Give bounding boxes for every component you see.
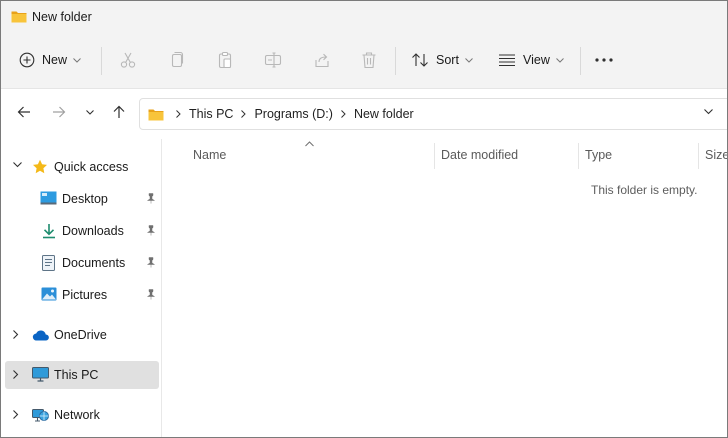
rename-icon: [264, 52, 282, 68]
column-divider[interactable]: [434, 143, 435, 169]
breadcrumb-separator-icon: [341, 110, 346, 118]
cloud-icon: [32, 330, 49, 341]
network-icon: [32, 409, 49, 422]
chevron-down-icon: [465, 57, 473, 63]
new-button[interactable]: New: [19, 43, 81, 77]
column-header-name[interactable]: Name: [193, 148, 226, 162]
breadcrumb-separator-icon: [241, 110, 247, 118]
sort-ascending-caret-icon: [305, 141, 314, 147]
paste-icon: [218, 51, 232, 69]
toolbar-divider: [580, 47, 581, 75]
sidebar-item-label: Downloads: [62, 224, 124, 238]
breadcrumb-new-folder[interactable]: New folder: [354, 107, 414, 121]
breadcrumb-programs-drive[interactable]: Programs (D:): [254, 107, 332, 121]
sidebar-item-downloads[interactable]: Downloads: [5, 217, 159, 245]
delete-button[interactable]: [361, 43, 377, 77]
sidebar-item-network[interactable]: Network: [5, 401, 159, 429]
folder-icon: [148, 109, 164, 120]
sidebar-item-this-pc[interactable]: This PC: [5, 361, 159, 389]
back-arrow-icon[interactable]: [17, 105, 31, 119]
empty-folder-message: This folder is empty.: [591, 183, 698, 197]
scissors-icon: [120, 52, 136, 68]
pin-icon[interactable]: [146, 289, 156, 300]
sidebar-item-documents[interactable]: Documents: [5, 249, 159, 277]
sidebar-item-label: Pictures: [62, 288, 108, 302]
toolbar-divider: [101, 47, 102, 75]
window-title: New folder: [32, 10, 92, 24]
folder-icon: [11, 11, 27, 23]
pin-icon[interactable]: [146, 257, 156, 268]
sidebar-item-label: This PC: [54, 368, 99, 382]
sort-arrows-icon: [412, 53, 428, 67]
file-list[interactable]: Name Date modified Type Size This folder…: [162, 139, 727, 437]
star-icon: [33, 159, 47, 174]
chevron-down-icon: [556, 57, 564, 63]
address-row: This PC Programs (D:) New folder: [1, 89, 727, 139]
trash-icon: [362, 52, 376, 69]
column-header-date-modified[interactable]: Date modified: [441, 148, 518, 162]
chevron-down-icon[interactable]: [13, 162, 22, 168]
forward-arrow-icon[interactable]: [52, 105, 66, 119]
title-bar[interactable]: New folder: [1, 1, 727, 33]
column-divider[interactable]: [698, 143, 699, 169]
copy-button[interactable]: [169, 43, 185, 77]
chevron-right-icon[interactable]: [13, 370, 19, 379]
chevron-right-icon[interactable]: [13, 410, 19, 419]
address-bar[interactable]: This PC Programs (D:) New folder: [139, 98, 727, 130]
pictures-icon: [41, 287, 57, 301]
column-header-type[interactable]: Type: [585, 148, 612, 162]
cut-button[interactable]: [119, 43, 137, 77]
share-icon: [315, 53, 329, 68]
sidebar-item-label: OneDrive: [54, 328, 107, 342]
sidebar-item-label: Quick access: [54, 160, 129, 174]
paste-button[interactable]: [217, 43, 233, 77]
sidebar-item-quick-access[interactable]: Quick access: [5, 153, 159, 181]
more-dots-icon: [595, 58, 613, 62]
navigation-pane: Quick access Desktop Downloads Documents…: [1, 139, 162, 437]
sidebar-item-onedrive[interactable]: OneDrive: [5, 321, 159, 349]
breadcrumb-this-pc[interactable]: This PC: [189, 107, 233, 121]
pin-icon[interactable]: [146, 225, 156, 236]
new-button-label: New: [42, 53, 68, 67]
sidebar-item-label: Desktop: [62, 192, 108, 206]
column-header-size[interactable]: Size: [705, 148, 727, 162]
breadcrumb-separator-icon: [176, 110, 181, 118]
address-history-chevron-icon[interactable]: [704, 109, 713, 115]
documents-icon: [42, 255, 55, 271]
desktop-icon: [40, 191, 57, 205]
command-bar: New Sort View: [1, 33, 727, 89]
pin-icon[interactable]: [146, 193, 156, 204]
plus-circle-icon: [19, 52, 35, 68]
sidebar-item-desktop[interactable]: Desktop: [5, 185, 159, 213]
view-button[interactable]: View: [498, 43, 564, 77]
recent-locations-chevron-icon[interactable]: [86, 110, 94, 115]
chevron-right-icon[interactable]: [13, 330, 19, 339]
share-button[interactable]: [313, 43, 331, 77]
sidebar-item-pictures[interactable]: Pictures: [5, 281, 159, 309]
sidebar-item-label: Documents: [62, 256, 126, 270]
up-arrow-icon[interactable]: [112, 105, 126, 119]
breadcrumb: This PC Programs (D:) New folder: [148, 99, 414, 129]
more-options-button[interactable]: [595, 43, 613, 77]
sort-button-label: Sort: [436, 53, 459, 67]
sort-button[interactable]: Sort: [411, 43, 473, 77]
computer-monitor-icon: [32, 367, 49, 382]
sidebar-item-label: Network: [54, 408, 100, 422]
view-list-icon: [499, 54, 515, 67]
copy-icon: [171, 51, 184, 68]
toolbar-divider: [395, 47, 396, 75]
file-explorer-window: New folder New Sort View This PC Program…: [0, 0, 728, 438]
rename-button[interactable]: [264, 43, 282, 77]
downloads-icon: [43, 224, 55, 239]
chevron-down-icon: [73, 57, 81, 63]
column-divider[interactable]: [578, 143, 579, 169]
view-button-label: View: [523, 53, 550, 67]
